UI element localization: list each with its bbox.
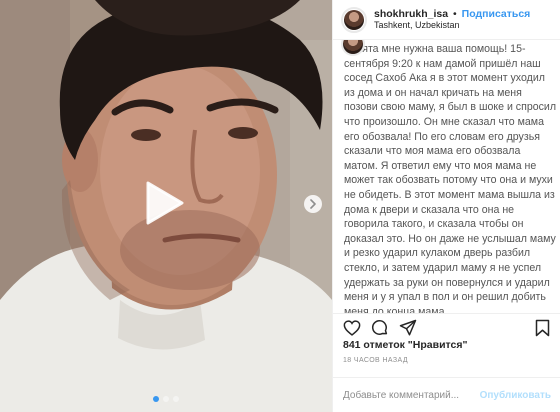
carousel-dot (163, 396, 169, 402)
carousel-next-button[interactable] (304, 195, 322, 213)
share-button[interactable] (397, 317, 419, 339)
header-text: shokhrukh_isa • Подписаться Tashkent, Uz… (374, 8, 530, 31)
caption-scroll-area[interactable]: Ребята мне нужна ваша помощь! 15-сентябр… (333, 40, 560, 313)
play-button[interactable] (141, 180, 187, 226)
avatar-image (344, 9, 364, 30)
share-icon (399, 319, 417, 335)
carousel-dot (153, 396, 159, 402)
publish-button[interactable]: Опубликовать (480, 390, 551, 401)
comment-form: Опубликовать (333, 377, 560, 412)
likes-count[interactable]: 841 отметок "Нравится" (343, 339, 467, 351)
post-caption: Ребята мне нужна ваша помощь! 15-сентябр… (344, 43, 557, 313)
comment-icon (372, 319, 388, 335)
carousel-indicator (0, 396, 332, 402)
avatar-image (343, 40, 363, 54)
action-bar (333, 313, 560, 341)
play-icon (146, 181, 184, 225)
comment-button[interactable] (369, 317, 391, 339)
comment-input[interactable] (343, 389, 480, 401)
avatar[interactable] (341, 6, 367, 33)
likes-suffix: "Нравится" (407, 339, 468, 351)
username-link[interactable]: shokhrukh_isa (374, 8, 448, 20)
chevron-right-icon (310, 199, 316, 209)
follow-button[interactable]: Подписаться (462, 8, 531, 20)
heart-icon (343, 319, 361, 336)
post-side-panel: shokhrukh_isa • Подписаться Tashkent, Uz… (332, 0, 560, 412)
separator-dot: • (453, 7, 457, 20)
post-media[interactable] (0, 0, 332, 412)
location-link[interactable]: Tashkent, Uzbekistan (374, 20, 530, 31)
bookmark-icon (535, 319, 549, 336)
likes-number: 841 отметок (343, 339, 405, 351)
post-header: shokhrukh_isa • Подписаться Tashkent, Uz… (333, 0, 560, 40)
like-button[interactable] (341, 317, 363, 339)
carousel-dot (173, 396, 179, 402)
post-timestamp: 18 часов назад (343, 357, 408, 364)
save-button[interactable] (531, 317, 553, 339)
